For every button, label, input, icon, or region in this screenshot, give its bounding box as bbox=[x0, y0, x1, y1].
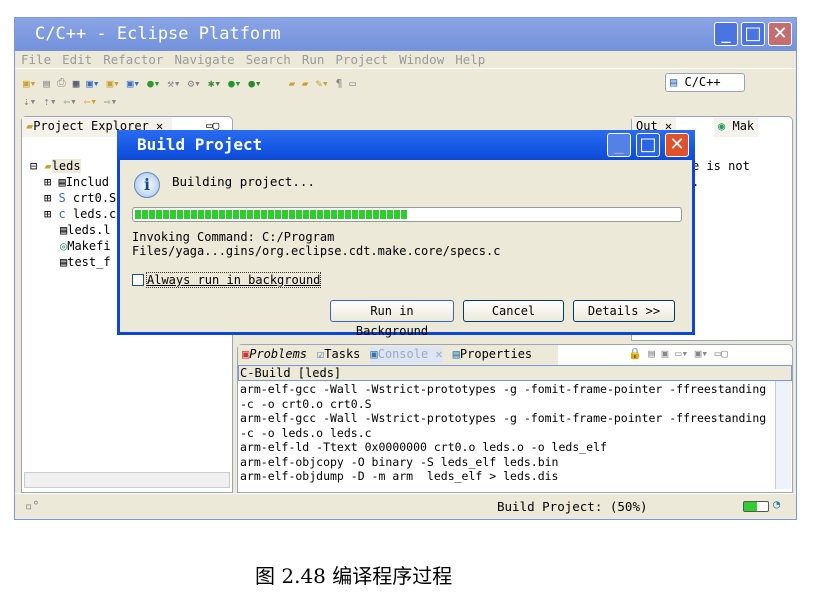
new-project-icon[interactable]: ▣▾ bbox=[86, 77, 99, 90]
tree-item-leds[interactable]: ⊟ ▰leds bbox=[30, 159, 116, 175]
details-button[interactable]: Details >> bbox=[573, 300, 675, 322]
tree-item[interactable]: ◎Makefi bbox=[30, 239, 116, 255]
tab-console[interactable]: ▣Console ✕ bbox=[370, 347, 443, 363]
progress-view-icon[interactable]: ◔ bbox=[773, 497, 780, 511]
next-annotation-icon[interactable]: ⇣▾ bbox=[23, 95, 36, 108]
minimize-button[interactable]: _ bbox=[714, 22, 738, 46]
tree-item[interactable]: ⊞ c leds.c bbox=[30, 207, 116, 223]
console-line: arm-elf-ld -Ttext 0x0000000 crt0.o leds.… bbox=[240, 440, 607, 454]
console-title: C-Build [leds] bbox=[238, 365, 792, 381]
checkbox-box[interactable] bbox=[132, 274, 144, 286]
new-icon[interactable]: ▣▾ bbox=[23, 77, 36, 90]
new-class-icon[interactable]: ●▾ bbox=[147, 77, 160, 90]
menu-window[interactable]: Window bbox=[399, 52, 444, 67]
tab-problems[interactable]: ▣Problems bbox=[242, 347, 307, 363]
forward-icon[interactable]: ⇨▾ bbox=[104, 95, 117, 108]
menu-project[interactable]: Project bbox=[335, 52, 388, 67]
open-console-icon[interactable]: ▣▾ bbox=[695, 347, 708, 360]
progress-bar bbox=[132, 207, 682, 222]
console-line: arm-elf-gcc -Wall -Wstrict-prototypes -g… bbox=[240, 411, 767, 425]
perspective-c-cpp[interactable]: ▤ C/C++ bbox=[665, 73, 745, 92]
display-icon[interactable]: ▭▾ bbox=[675, 347, 688, 360]
outline-message: e is not bbox=[692, 159, 750, 173]
external-tools-icon[interactable]: ●▾ bbox=[248, 77, 261, 90]
save-icon[interactable]: ▤ bbox=[43, 77, 50, 90]
console-toolbar: 🔒 ▤ ▣ ▭▾ ▣▾ ▭▢ bbox=[628, 347, 728, 360]
block-icon[interactable]: ▭ bbox=[349, 77, 356, 90]
prev-annotation-icon[interactable]: ⇡▾ bbox=[43, 95, 56, 108]
progress-indicator[interactable] bbox=[743, 501, 769, 512]
new-file-icon[interactable]: ▣▾ bbox=[127, 77, 140, 90]
tree-item[interactable]: ⊞ S crt0.S bbox=[30, 191, 116, 207]
console-line: -c -o crt0.o crt0.S bbox=[240, 396, 372, 411]
console-panel: ▣Problems ☑Tasks ▣Console ✕ ▤Properties … bbox=[237, 344, 793, 493]
menu-refactor[interactable]: Refactor bbox=[103, 52, 163, 67]
tree-item[interactable]: ▤test_f bbox=[30, 255, 116, 271]
title-bar: C/C++ - Eclipse Platform bbox=[15, 18, 796, 51]
progress-bar-fill bbox=[135, 210, 407, 219]
lock-icon[interactable]: 🔒 bbox=[628, 347, 642, 360]
clear-icon[interactable]: ▤ bbox=[648, 347, 655, 360]
menu-bar: File Edit Refactor Navigate Search Run Project… bbox=[15, 51, 796, 69]
build-icon[interactable]: ▦ bbox=[73, 77, 80, 90]
dialog-title: Build Project bbox=[137, 135, 263, 154]
gear-icon[interactable]: ⚙▾ bbox=[188, 77, 201, 90]
dialog-message: Building project... bbox=[172, 174, 315, 189]
info-icon: i bbox=[134, 172, 160, 198]
pen-icon[interactable]: ✎▾ bbox=[315, 77, 328, 90]
dialog-minimize-button[interactable]: _ bbox=[607, 133, 631, 157]
window-title: C/C++ - Eclipse Platform bbox=[35, 24, 281, 44]
cancel-button[interactable]: Cancel bbox=[463, 300, 564, 322]
console-line: -c -o leds.o leds.c bbox=[240, 425, 372, 440]
close-button[interactable]: ✕ bbox=[768, 22, 792, 46]
run-icon[interactable]: ●▾ bbox=[228, 77, 241, 90]
menu-navigate[interactable]: Navigate bbox=[174, 52, 234, 67]
bottom-tabs: ▣Problems ☑Tasks ▣Console ✕ ▤Properties bbox=[238, 345, 558, 365]
always-run-background-checkbox[interactable]: Always run in background bbox=[132, 272, 322, 288]
tab-properties[interactable]: ▤Properties bbox=[453, 347, 532, 363]
status-bar: ▫° Build Project: (50%) ◔ bbox=[15, 493, 796, 519]
run-in-background-button[interactable]: Run in Background bbox=[330, 300, 454, 338]
project-tree: ⊟ ▰leds ⊞ ▤Includ ⊞ S crt0.S ⊞ c leds.c … bbox=[30, 159, 116, 271]
debug-icon[interactable]: ✱▾ bbox=[208, 77, 221, 90]
paragraph-icon[interactable]: ¶ bbox=[336, 77, 343, 90]
console-line: arm-elf-objdump -D -m arm leds_elf > led… bbox=[240, 469, 559, 483]
menu-file[interactable]: File bbox=[21, 52, 51, 67]
invoking-command-text: Invoking Command: C:/Program Files/yaga.… bbox=[132, 230, 501, 258]
build-project-dialog: Build Project _ □ ✕ i Building project..… bbox=[117, 130, 695, 338]
new-folder-icon[interactable]: ▣▾ bbox=[107, 77, 120, 90]
perspective-icon: ▤ bbox=[670, 75, 678, 89]
fast-view-icon[interactable]: ▫° bbox=[25, 499, 39, 513]
figure-caption: 图 2.48 编译程序过程 bbox=[255, 564, 453, 588]
tree-item[interactable]: ⊞ ▤Includ bbox=[30, 175, 116, 191]
tree-item[interactable]: ▤leds.l bbox=[30, 223, 116, 239]
open-folder-icon[interactable]: ▰ ▰ bbox=[289, 77, 309, 90]
menu-edit[interactable]: Edit bbox=[62, 52, 92, 67]
dialog-maximize-button[interactable]: □ bbox=[636, 133, 660, 157]
horizontal-scrollbar[interactable] bbox=[24, 472, 230, 488]
vertical-scrollbar[interactable] bbox=[775, 381, 791, 489]
secondary-toolbar: ⇣▾ ⇡▾ ⇦▾ ⇦▾ ⇨▾ bbox=[23, 92, 117, 110]
dialog-close-button[interactable]: ✕ bbox=[665, 133, 689, 157]
print-icon[interactable]: ⎙ bbox=[57, 76, 66, 90]
back-gray-icon[interactable]: ⇦▾ bbox=[64, 95, 77, 108]
console-line: arm-elf-objcopy -O binary -S leds_elf le… bbox=[240, 454, 559, 469]
menu-help[interactable]: Help bbox=[455, 52, 485, 67]
console-line: arm-elf-gcc -Wall -Wstrict-prototypes -g… bbox=[240, 382, 767, 396]
console-output[interactable]: arm-elf-gcc -Wall -Wstrict-prototypes -g… bbox=[240, 382, 774, 490]
menu-search[interactable]: Search bbox=[246, 52, 291, 67]
tab-make-targets[interactable]: ◉ Mak bbox=[714, 117, 759, 137]
pin-icon[interactable]: ▣ bbox=[662, 347, 669, 360]
maximize-button[interactable]: □ bbox=[741, 22, 765, 46]
tab-tasks[interactable]: ☑Tasks bbox=[317, 347, 360, 363]
status-text: Build Project: (50%) bbox=[497, 499, 648, 514]
main-toolbar: ▣▾ ▤ ⎙ ▦ ▣▾ ▣▾ ▣▾ ●▾ ⚒▾ ⚙▾ ✱▾ ●▾ ●▾ ▰ ▰ ✎▾ ¶ ▭ bbox=[23, 74, 356, 92]
hammer-icon[interactable]: ⚒▾ bbox=[167, 77, 180, 90]
back-icon[interactable]: ⇦▾ bbox=[84, 95, 97, 108]
menu-run[interactable]: Run bbox=[302, 52, 325, 67]
